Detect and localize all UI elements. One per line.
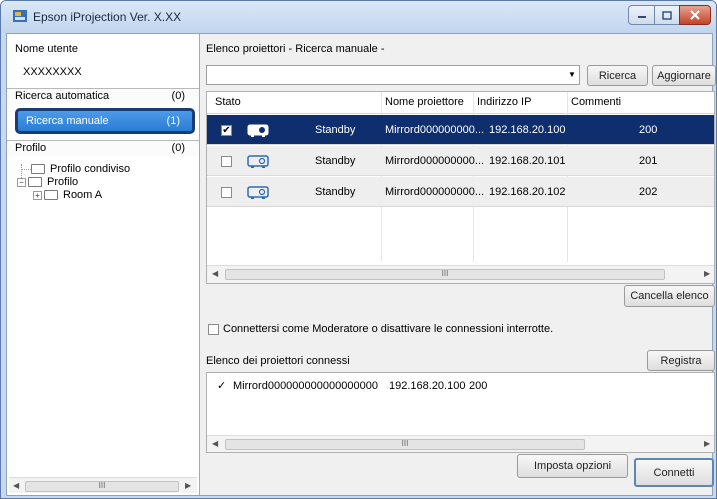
minimize-button[interactable]	[628, 5, 655, 25]
app-icon	[13, 10, 27, 22]
list-item[interactable]: ✓ Mirrord000000000000000000 192.168.20.1…	[207, 377, 714, 393]
close-icon	[690, 10, 700, 20]
connected-comment: 200	[469, 380, 488, 392]
row-status: Standby	[315, 155, 356, 167]
row-checkbox[interactable]	[221, 187, 232, 198]
header-status[interactable]: Stato	[215, 96, 241, 108]
sidebar-item-profile[interactable]: Profilo (0)	[7, 140, 199, 156]
row-comment: 200	[639, 124, 658, 136]
tree-connector	[21, 169, 31, 170]
checkmark-icon[interactable]: ✓	[217, 379, 226, 392]
chevron-down-icon[interactable]: ▼	[567, 68, 577, 82]
client-area: Nome utente XXXXXXXX Ricerca automatica …	[6, 33, 716, 496]
row-status: Standby	[315, 124, 356, 136]
scroll-thumb[interactable]: III	[225, 269, 665, 280]
row-ip: 192.168.20.101	[489, 155, 566, 167]
scroll-left-icon[interactable]: ◀	[212, 439, 218, 448]
moderator-label: Connettersi come Moderatore o disattivar…	[223, 323, 554, 335]
title-bar[interactable]: Epson iProjection Ver. X.XX	[1, 1, 716, 33]
manual-search-label: Ricerca manuale	[26, 115, 109, 127]
auto-search-count: (0)	[171, 90, 185, 102]
tree-label-room-a: Room A	[63, 189, 103, 201]
connected-ip: 192.168.20.100	[389, 380, 466, 392]
app-window: Epson iProjection Ver. X.XX Nome utente …	[0, 0, 717, 499]
tree-item-profile[interactable]: − Profilo	[17, 175, 78, 189]
table-row[interactable]: Standby Mirrord000000000... 192.168.20.1…	[207, 177, 714, 207]
folder-icon	[44, 190, 58, 200]
row-name: Mirrord000000000...	[385, 155, 485, 167]
sidebar-horizontal-scrollbar[interactable]: ◀ III ▶	[9, 477, 197, 493]
profile-section-count: (0)	[171, 142, 185, 154]
search-button[interactable]: Ricerca	[587, 65, 648, 86]
collapse-icon[interactable]: −	[17, 177, 26, 187]
table-header: Stato Nome proiettore Indirizzo IP Comme…	[207, 92, 714, 114]
tree-item-shared-profile[interactable]: Profilo condiviso	[31, 162, 130, 176]
minimize-icon	[637, 16, 646, 18]
tree-item-room-a[interactable]: + Room A	[33, 188, 102, 202]
refresh-button[interactable]: Aggiornare	[652, 65, 716, 86]
table-row[interactable]: ✔ Standby Mirrord000000000... 192.168.20…	[207, 115, 714, 145]
register-button[interactable]: Registra	[647, 350, 715, 371]
projector-icon	[247, 124, 269, 137]
moderator-checkbox[interactable]	[208, 324, 219, 335]
connected-name: Mirrord000000000000000000	[233, 380, 378, 392]
open-folder-icon	[28, 177, 42, 187]
auto-search-label: Ricerca automatica	[15, 90, 110, 102]
set-options-button[interactable]: Imposta opzioni	[517, 454, 628, 478]
row-checkbox[interactable]	[221, 156, 232, 167]
header-comments[interactable]: Commenti	[571, 96, 621, 108]
close-button[interactable]	[679, 5, 711, 25]
scroll-thumb[interactable]: III	[225, 439, 585, 450]
connected-horizontal-scrollbar[interactable]: ◀ III ▶	[207, 435, 714, 452]
connected-list-title: Elenco dei proiettori connessi	[206, 355, 350, 367]
projector-icon	[247, 155, 269, 168]
tree-label-profile: Profilo	[47, 176, 79, 188]
connected-projectors-list: ✓ Mirrord000000000000000000 192.168.20.1…	[206, 372, 715, 453]
projector-table: Stato Nome proiettore Indirizzo IP Comme…	[206, 91, 715, 284]
manual-search-count: (1)	[166, 115, 180, 127]
scroll-left-icon[interactable]: ◀	[13, 481, 19, 490]
sidebar: Nome utente XXXXXXXX Ricerca automatica …	[7, 34, 200, 495]
projector-list-title: Elenco proiettori - Ricerca manuale -	[206, 43, 385, 55]
window-title: Epson iProjection Ver. X.XX	[33, 10, 182, 24]
scroll-thumb[interactable]: III	[25, 481, 179, 492]
maximize-button[interactable]	[654, 5, 680, 25]
row-name: Mirrord000000000...	[385, 186, 485, 198]
clear-list-button[interactable]: Cancella elenco	[624, 285, 715, 307]
sidebar-item-manual-search[interactable]: Ricerca manuale (1)	[15, 108, 195, 134]
projector-icon	[247, 186, 269, 199]
user-name-value: XXXXXXXX	[23, 66, 82, 78]
row-checkbox[interactable]: ✔	[221, 125, 232, 136]
folder-icon	[31, 164, 45, 174]
table-horizontal-scrollbar[interactable]: ◀ III ▶	[207, 265, 714, 283]
profile-section-label: Profilo	[15, 142, 47, 154]
scroll-right-icon[interactable]: ▶	[704, 439, 710, 448]
row-comment: 201	[639, 155, 658, 167]
header-ip[interactable]: Indirizzo IP	[477, 96, 531, 108]
scroll-right-icon[interactable]: ▶	[185, 481, 191, 490]
row-ip: 192.168.20.102	[489, 186, 566, 198]
scroll-left-icon[interactable]: ◀	[212, 269, 218, 278]
table-row[interactable]: Standby Mirrord000000000... 192.168.20.1…	[207, 146, 714, 176]
maximize-icon	[662, 10, 672, 20]
connect-button[interactable]: Connetti	[634, 458, 714, 487]
header-name[interactable]: Nome proiettore	[385, 96, 464, 108]
row-status: Standby	[315, 186, 356, 198]
user-name-label: Nome utente	[15, 43, 78, 55]
scroll-right-icon[interactable]: ▶	[704, 269, 710, 278]
row-comment: 202	[639, 186, 658, 198]
search-combo-box[interactable]: ▼	[206, 65, 580, 85]
tree-label-shared-profile: Profilo condiviso	[50, 163, 131, 175]
expand-icon[interactable]: +	[33, 190, 42, 200]
row-name: Mirrord000000000...	[385, 124, 485, 136]
row-ip: 192.168.20.100	[489, 124, 566, 136]
sidebar-item-auto-search[interactable]: Ricerca automatica (0)	[7, 88, 199, 104]
